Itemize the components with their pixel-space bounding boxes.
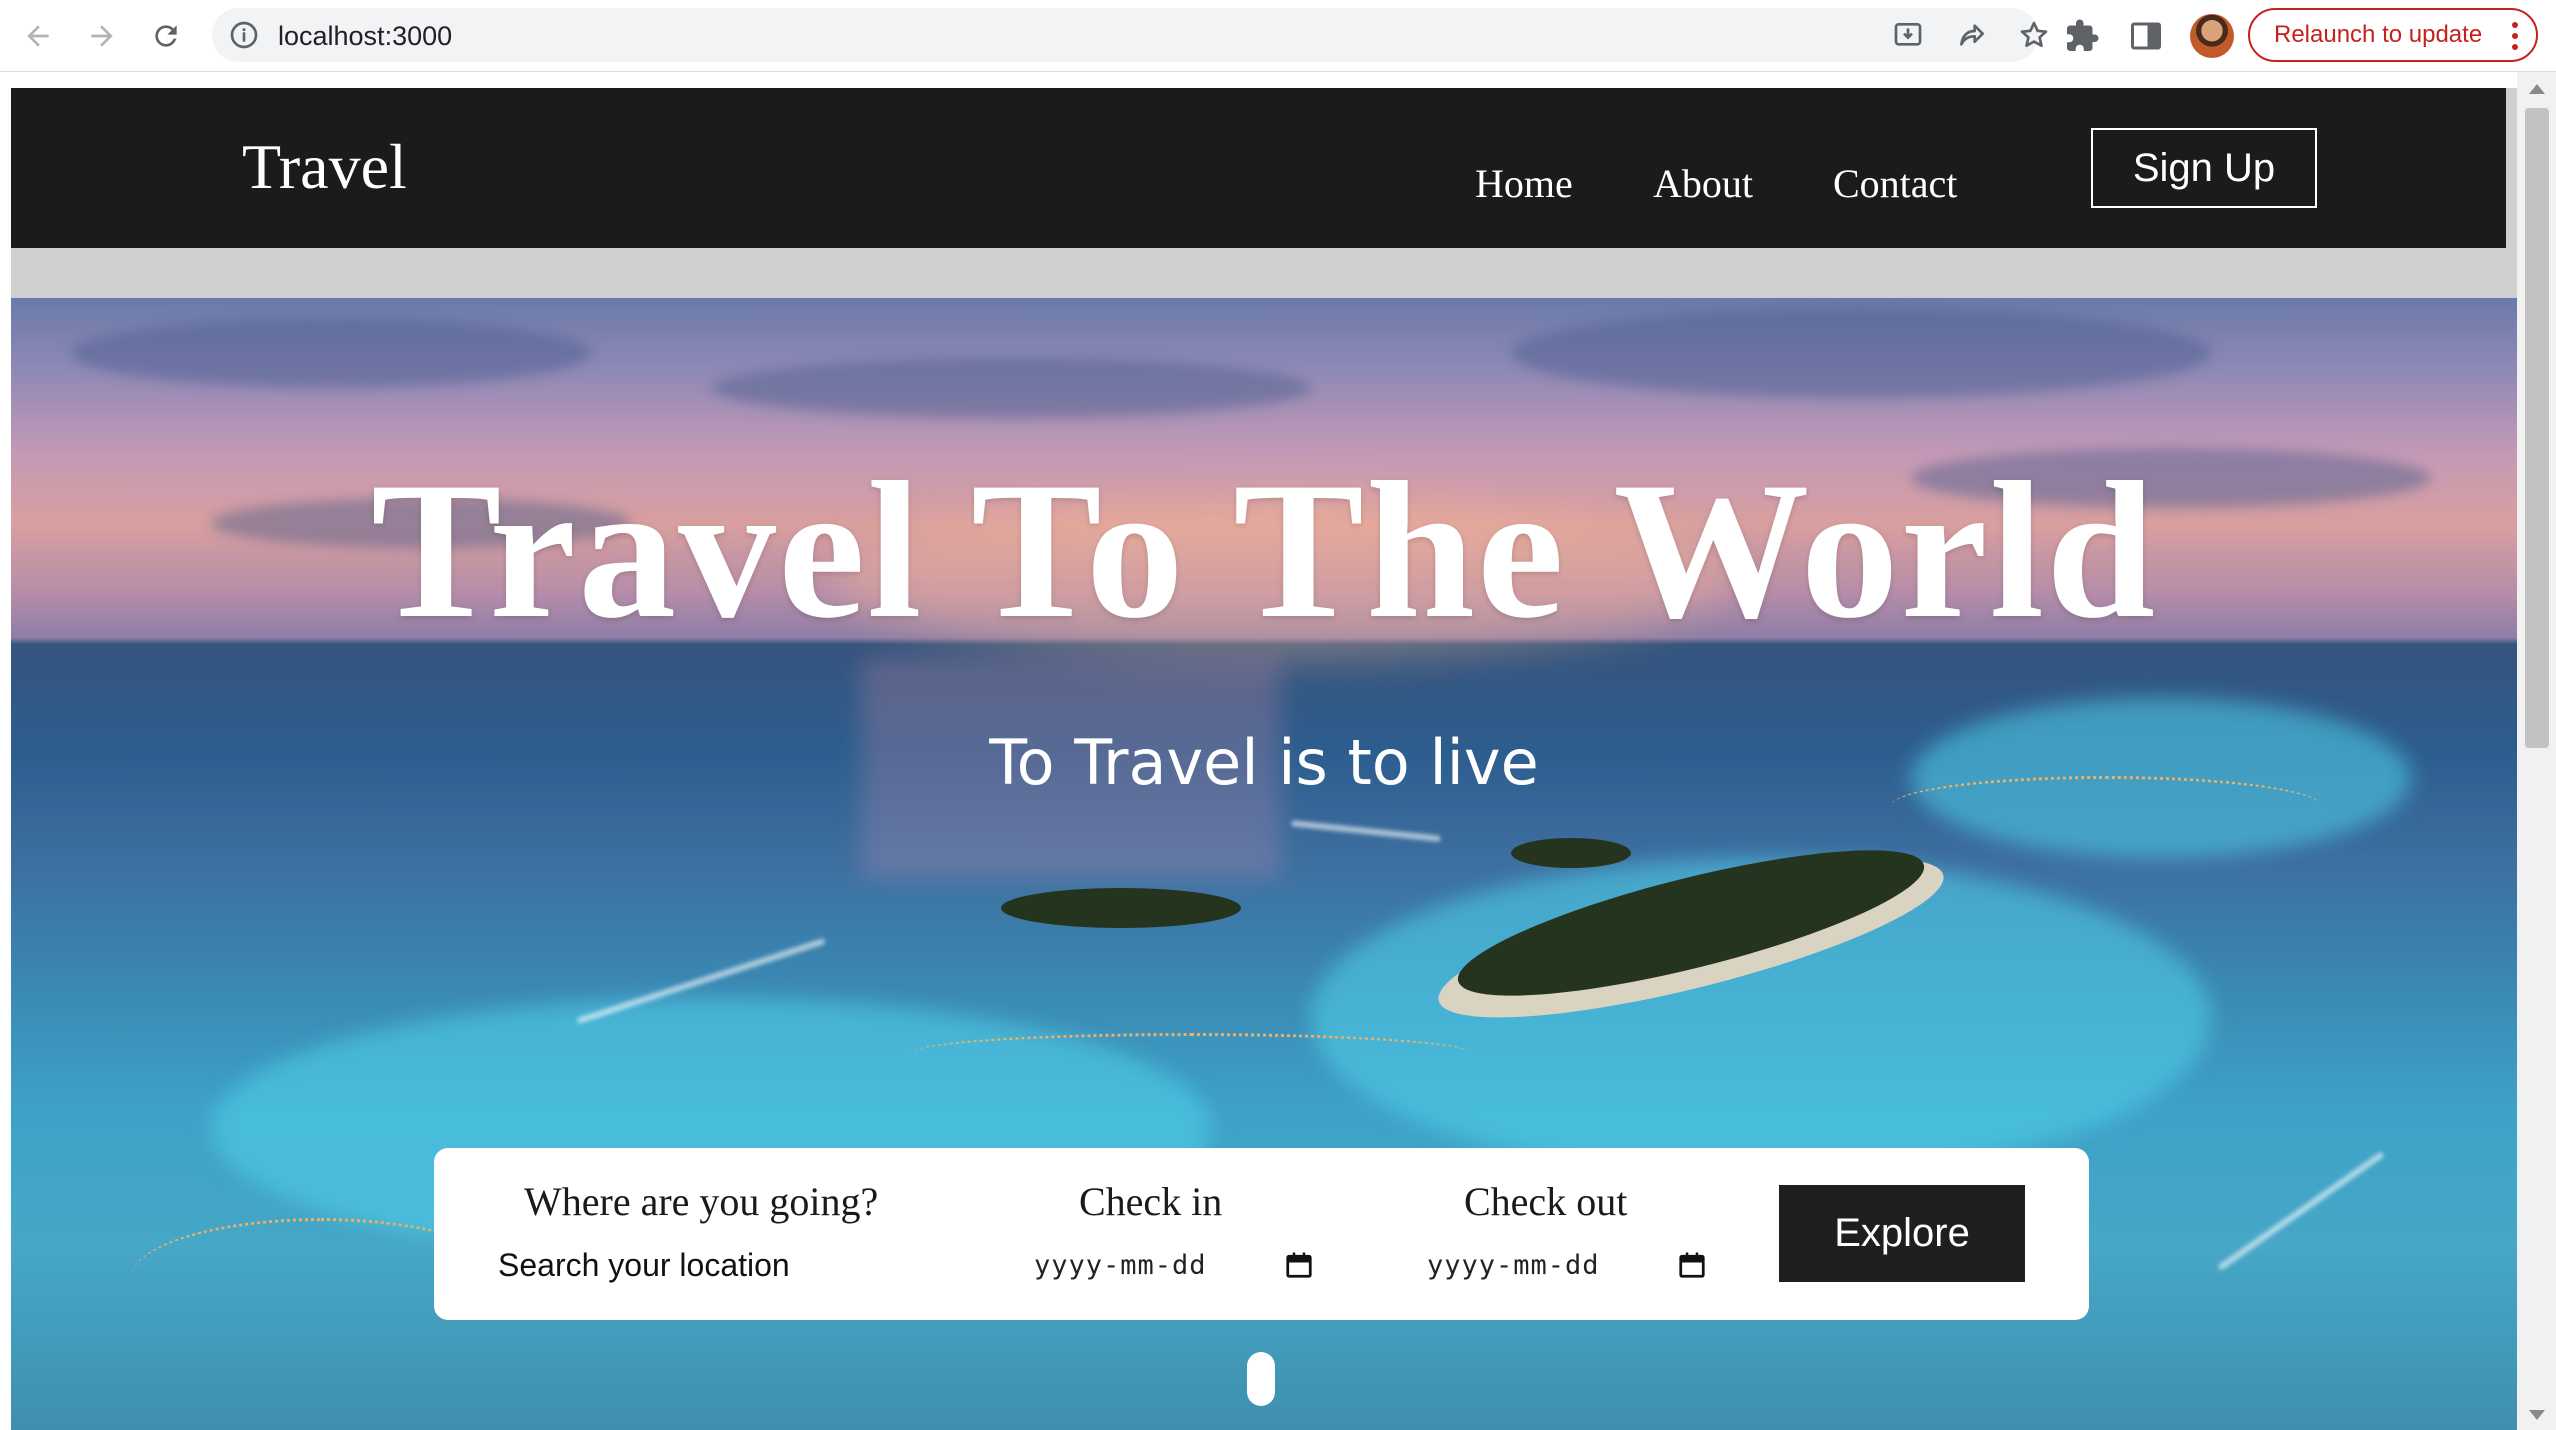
- page-scrollbar[interactable]: [2517, 72, 2556, 1430]
- location-input[interactable]: [498, 1240, 918, 1290]
- location-label: Where are you going?: [524, 1179, 879, 1224]
- hero-section: Travel To The World To Travel is to live…: [11, 298, 2517, 1430]
- nav-link-home[interactable]: Home: [1475, 160, 1573, 207]
- check-in-date-input[interactable]: yyyy-mm-dd: [1034, 1240, 1314, 1290]
- check-out-date-input[interactable]: yyyy-mm-dd: [1427, 1240, 1707, 1290]
- scroll-down-arrow-icon[interactable]: [2529, 1410, 2545, 1420]
- reload-icon: [155, 25, 177, 47]
- relaunch-button[interactable]: Relaunch to update: [2248, 8, 2538, 62]
- nav-link-about[interactable]: About: [1653, 160, 1753, 207]
- check-out-date-value: yyyy-mm-dd: [1427, 1249, 1600, 1281]
- site-logo[interactable]: Travel: [242, 130, 407, 204]
- install-app-icon[interactable]: [1892, 19, 1924, 51]
- hero-title: Travel To The World: [370, 442, 2158, 659]
- check-in-date-value: yyyy-mm-dd: [1034, 1249, 1207, 1281]
- arrow-left-icon: [27, 25, 49, 47]
- profile-avatar[interactable]: [2190, 14, 2234, 58]
- scroll-up-arrow-icon[interactable]: [2529, 84, 2545, 94]
- forward-button[interactable]: [80, 14, 124, 58]
- scroll-down-indicator[interactable]: [1247, 1352, 1275, 1406]
- back-button[interactable]: [16, 14, 60, 58]
- calendar-icon[interactable]: [1284, 1250, 1314, 1280]
- extensions-puzzle-icon[interactable]: [2064, 18, 2100, 54]
- share-icon[interactable]: [1956, 19, 1988, 51]
- url-text[interactable]: localhost:3000: [278, 21, 452, 52]
- search-bar: Where are you going? Check in yyyy-mm-dd…: [434, 1148, 2089, 1320]
- site-header: Travel Home About Contact Sign Up: [11, 88, 2506, 248]
- relaunch-label: Relaunch to update: [2274, 21, 2483, 48]
- check-in-label: Check in: [1079, 1179, 1223, 1224]
- side-panel-icon[interactable]: [2128, 18, 2164, 54]
- calendar-icon[interactable]: [1677, 1250, 1707, 1280]
- explore-button[interactable]: Explore: [1779, 1185, 2025, 1282]
- bookmark-star-icon[interactable]: [2018, 19, 2050, 51]
- scrollbar-thumb[interactable]: [2525, 108, 2549, 748]
- info-icon[interactable]: [228, 19, 260, 51]
- address-bar[interactable]: localhost:3000: [212, 8, 2048, 62]
- page-viewport: Travel Home About Contact Sign Up Travel…: [11, 88, 2517, 1430]
- sign-up-button[interactable]: Sign Up: [2091, 128, 2317, 208]
- arrow-right-icon: [91, 25, 113, 47]
- reload-button[interactable]: [144, 14, 188, 58]
- nav-link-contact[interactable]: Contact: [1833, 160, 1957, 207]
- more-menu-icon[interactable]: [2512, 22, 2518, 50]
- hero-tagline: To Travel is to live: [989, 726, 1539, 799]
- check-out-label: Check out: [1464, 1179, 1628, 1224]
- browser-toolbar: localhost:3000 Relaunch to update: [0, 0, 2556, 72]
